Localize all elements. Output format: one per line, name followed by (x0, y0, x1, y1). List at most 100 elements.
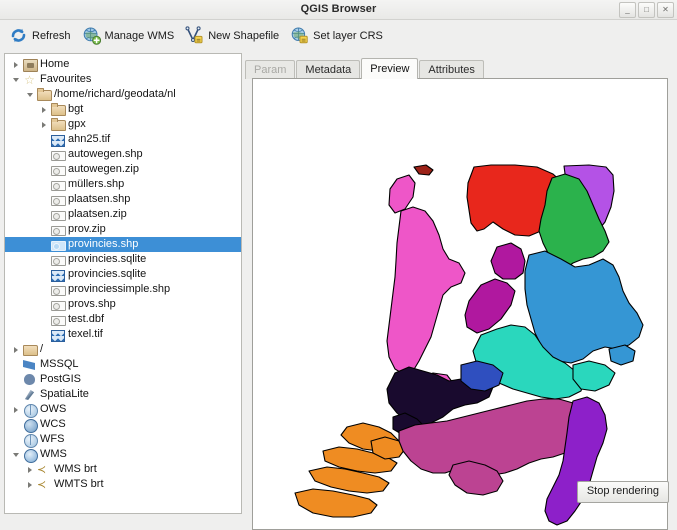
tree-item-ows[interactable]: OWS (5, 402, 241, 417)
tree-item-mssql[interactable]: MSSQL (5, 357, 241, 372)
preview-canvas-frame[interactable] (252, 78, 668, 530)
tree-item-label: WMS brt (54, 462, 97, 477)
tree-expand-collapsed-icon[interactable] (11, 342, 22, 357)
tree-item-label: plaatsen.zip (68, 207, 127, 222)
tree-item-label: provincies.sqlite (68, 267, 146, 282)
stop-rendering-button[interactable]: Stop rendering (577, 481, 669, 503)
vector-icon (50, 252, 65, 267)
tab-attributes[interactable]: Attributes (419, 60, 483, 79)
tree-item-wcs[interactable]: WCS (5, 417, 241, 432)
tree-item-plaatsen-shp[interactable]: plaatsen.shp (5, 192, 241, 207)
maximize-button[interactable]: □ (638, 2, 655, 18)
tree-item-label: plaatsen.shp (68, 192, 130, 207)
tree-item-postgis[interactable]: PostGIS (5, 372, 241, 387)
new-shapefile-button[interactable]: New Shapefile (182, 22, 287, 50)
tree-item-autowegen-zip[interactable]: autowegen.zip (5, 162, 241, 177)
close-button[interactable]: ✕ (657, 2, 674, 18)
refresh-label: Refresh (32, 30, 71, 42)
tree-item-label: müllers.shp (68, 177, 124, 192)
province-flevoland-north (491, 243, 525, 279)
tree-item-home-richard-geodata-nl[interactable]: /home/richard/geodata/nl (5, 87, 241, 102)
folder-icon (50, 117, 65, 132)
tree-item-label: MSSQL (40, 357, 79, 372)
tree-item-provinciessimple-shp[interactable]: provinciessimple.shp (5, 282, 241, 297)
tree-item-test-dbf[interactable]: test.dbf (5, 312, 241, 327)
tree-item-label: gpx (68, 117, 86, 132)
tree-spacer (39, 267, 50, 282)
tree-item-provincies-shp[interactable]: provincies.shp (5, 237, 241, 252)
properties-tabbar: ParamMetadataPreviewAttributes (245, 58, 485, 79)
tree-item-favourites[interactable]: ☆Favourites (5, 72, 241, 87)
tree-spacer (11, 432, 22, 447)
tree-expand-expanded-icon[interactable] (25, 87, 36, 102)
home-icon (22, 57, 37, 72)
tree-expand-collapsed-icon[interactable] (11, 57, 22, 72)
layer-icon: ≺ (36, 462, 51, 477)
tree-expand-collapsed-icon[interactable] (39, 117, 50, 132)
title-bar: QGIS Browser _ □ ✕ (0, 0, 677, 20)
tree-item-label: provincies.shp (68, 237, 138, 252)
new-shapefile-label: New Shapefile (208, 30, 279, 42)
tree-item-bgt[interactable]: bgt (5, 102, 241, 117)
tree-item-provs-shp[interactable]: provs.shp (5, 297, 241, 312)
tree-spacer (39, 297, 50, 312)
qgis-browser-window: QGIS Browser _ □ ✕ Refresh (0, 0, 677, 529)
tree-item-label: PostGIS (40, 372, 81, 387)
tree-item-provincies-sqlite[interactable]: provincies.sqlite (5, 252, 241, 267)
tree-expand-collapsed-icon[interactable] (39, 102, 50, 117)
tree-item-wfs[interactable]: WFS (5, 432, 241, 447)
tree-expand-collapsed-icon[interactable] (25, 462, 36, 477)
tree-expand-expanded-icon[interactable] (11, 72, 22, 87)
set-layer-crs-button[interactable]: Set layer CRS (287, 22, 391, 50)
vector-icon (50, 177, 65, 192)
tree-item-wms[interactable]: WMS (5, 447, 241, 462)
spatialite-icon (22, 387, 37, 402)
tab-preview[interactable]: Preview (361, 58, 418, 79)
postgis-icon (22, 372, 37, 387)
tree-item-m-llers-shp[interactable]: müllers.shp (5, 177, 241, 192)
tree-item-label: test.dbf (68, 312, 104, 327)
set-layer-crs-label: Set layer CRS (313, 30, 383, 42)
tree-item-spatialite[interactable]: SpatiaLite (5, 387, 241, 402)
tree-expand-collapsed-icon[interactable] (25, 477, 36, 492)
tree-item-label: provs.shp (68, 297, 116, 312)
tree-expand-expanded-icon[interactable] (11, 447, 22, 462)
tree-item-label: WMS (40, 447, 67, 462)
browser-tree-panel[interactable]: Home☆Favourites/home/richard/geodata/nlb… (4, 53, 242, 514)
manage-wms-icon (82, 26, 101, 45)
tree-spacer (39, 177, 50, 192)
tree-item-ahn25-tif[interactable]: ahn25.tif (5, 132, 241, 147)
manage-wms-button[interactable]: Manage WMS (79, 22, 183, 50)
tree-item-texel-tif[interactable]: texel.tif (5, 327, 241, 342)
tree-spacer (11, 372, 22, 387)
tree-item-prov-zip[interactable]: prov.zip (5, 222, 241, 237)
vector-icon (50, 207, 65, 222)
vector-icon (50, 237, 65, 252)
tree-item-gpx[interactable]: gpx (5, 117, 241, 132)
tree-item-label: Favourites (40, 72, 91, 87)
tree-item-wmts-brt[interactable]: ≺WMTS brt (5, 477, 241, 492)
tree-item-provincies-sqlite[interactable]: provincies.sqlite (5, 267, 241, 282)
tab-metadata[interactable]: Metadata (296, 60, 360, 79)
map-preview[interactable] (253, 79, 667, 529)
tree-item-plaatsen-zip[interactable]: plaatsen.zip (5, 207, 241, 222)
tree-item-autowegen-shp[interactable]: autowegen.shp (5, 147, 241, 162)
tree-item-label: Home (40, 57, 69, 72)
tree-spacer (39, 327, 50, 342)
refresh-button[interactable]: Refresh (6, 22, 79, 50)
tree-spacer (11, 357, 22, 372)
wms-globe-icon (22, 447, 37, 462)
set-layer-crs-icon (290, 26, 309, 45)
tree-spacer (39, 252, 50, 267)
tree-item-[interactable]: / (5, 342, 241, 357)
tree-item-wms-brt[interactable]: ≺WMS brt (5, 462, 241, 477)
raster-icon (50, 267, 65, 282)
tree-item-label: WMTS brt (54, 477, 104, 492)
minimize-button[interactable]: _ (619, 2, 636, 18)
raster-icon (50, 327, 65, 342)
tree-item-home[interactable]: Home (5, 57, 241, 72)
tree-expand-collapsed-icon[interactable] (11, 402, 22, 417)
root-folder-icon (22, 342, 37, 357)
tree-spacer (39, 282, 50, 297)
tree-item-label: WFS (40, 432, 64, 447)
